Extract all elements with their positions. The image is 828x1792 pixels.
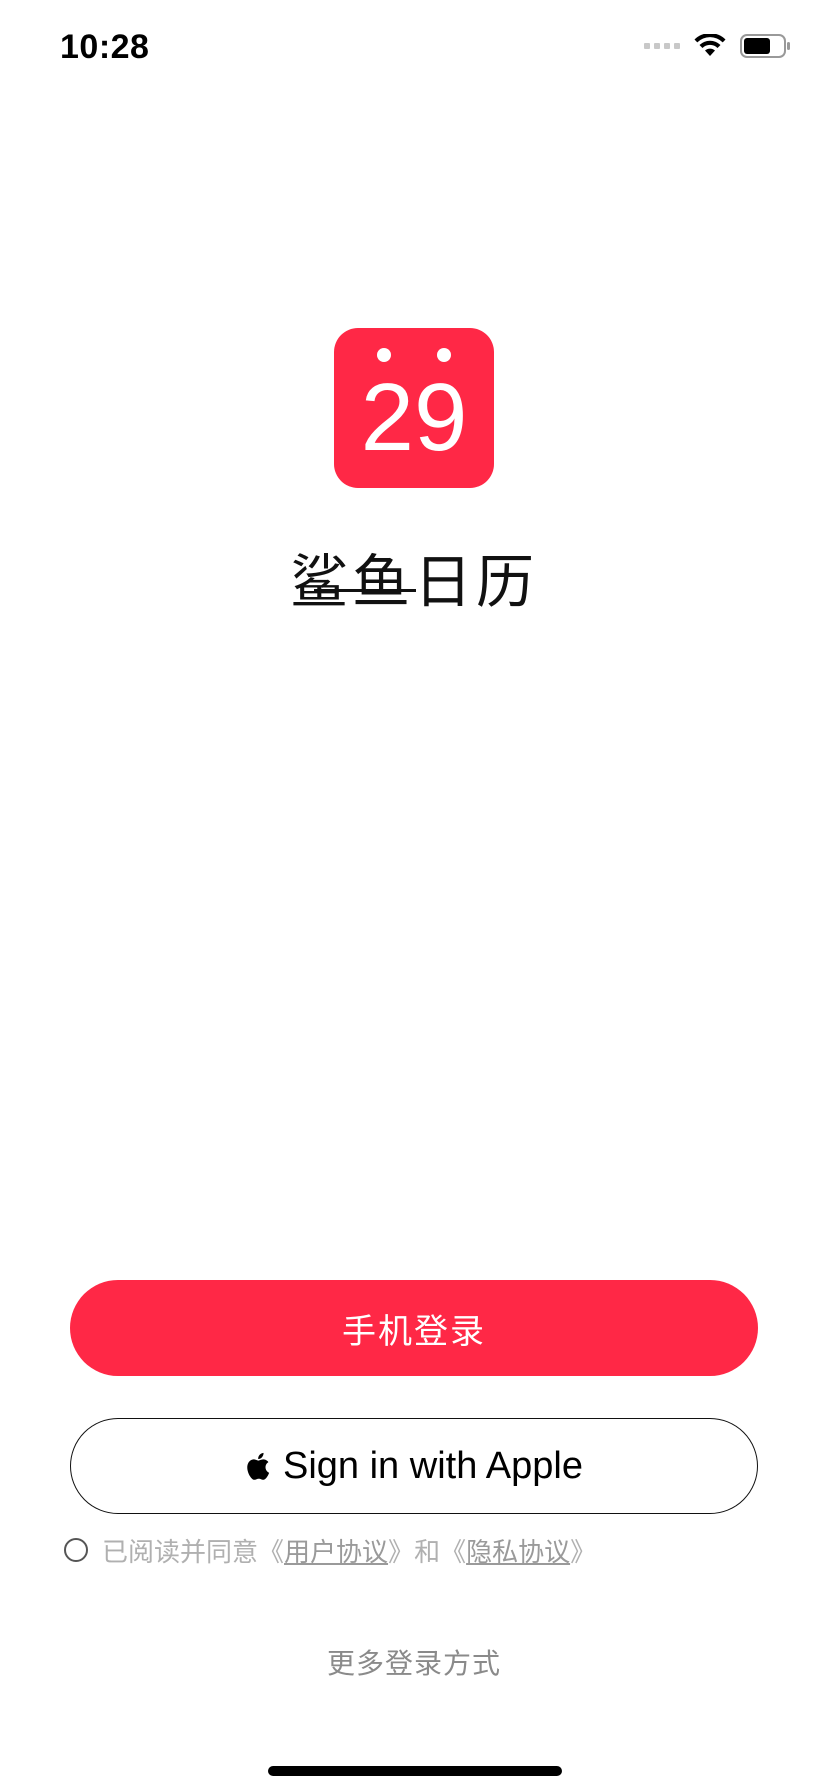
user-agreement-link[interactable]: 用户协议: [284, 1532, 388, 1569]
phone-login-label: 手机登录: [342, 1311, 486, 1352]
home-indicator[interactable]: [268, 1766, 562, 1776]
open-quote-2: 《: [440, 1537, 467, 1568]
open-quote-1: 《: [258, 1537, 285, 1568]
app-name-underline: [314, 589, 416, 592]
apple-icon: [245, 1450, 273, 1482]
privacy-agreement-link[interactable]: 隐私协议: [466, 1532, 570, 1569]
logo-dot-left: [377, 348, 391, 362]
status-icons: [644, 34, 792, 58]
close-quote-1: 》: [388, 1537, 415, 1568]
agreement-row: 已阅读并同意 《 用户协议 》 和 《 隐私协议 》: [64, 1532, 596, 1568]
more-login-options-link[interactable]: 更多登录方式: [0, 1642, 828, 1682]
battery-icon: [740, 34, 792, 58]
app-name: 鲨鱼日历: [289, 548, 538, 616]
agreement-checkbox[interactable]: [64, 1538, 88, 1562]
apple-login-label: Sign in with Apple: [283, 1444, 583, 1487]
signal-icon: [644, 43, 680, 49]
status-bar: 10:28: [0, 0, 828, 100]
status-time: 10:28: [60, 28, 150, 66]
apple-login-button[interactable]: Sign in with Apple: [70, 1418, 758, 1514]
app-logo: 29: [334, 328, 494, 488]
agreement-and: 和: [414, 1537, 441, 1568]
logo-dot-right: [437, 348, 451, 362]
logo-number: 29: [360, 364, 468, 471]
agreement-prefix: 已阅读并同意: [102, 1537, 259, 1568]
calendar-logo-icon: 29: [334, 328, 494, 488]
phone-login-button[interactable]: 手机登录: [70, 1280, 758, 1376]
wifi-icon: [694, 34, 726, 58]
close-quote-2: 》: [570, 1537, 597, 1568]
